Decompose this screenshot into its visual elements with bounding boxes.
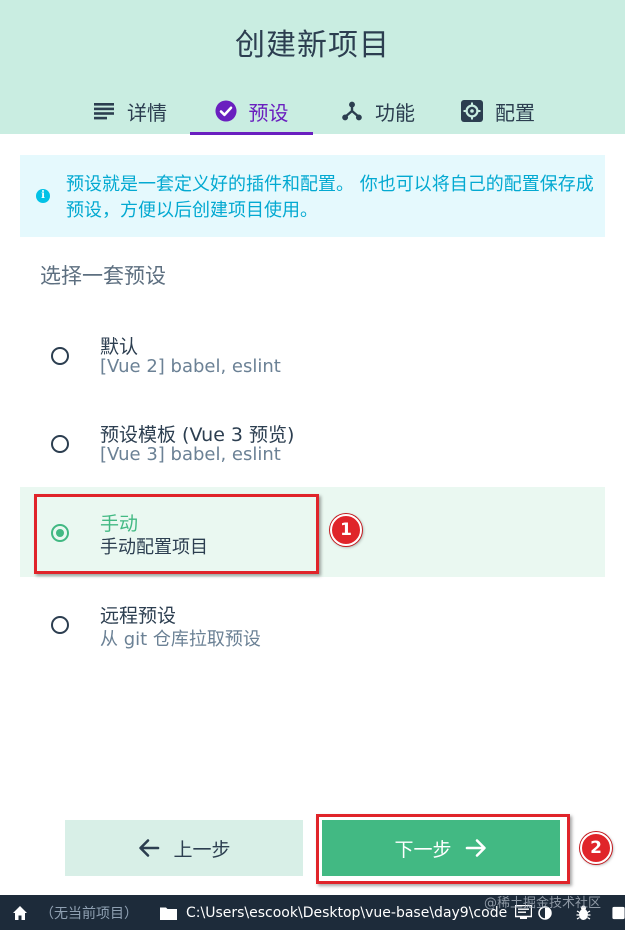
tab-features-label: 功能 — [375, 100, 415, 125]
radio-button[interactable] — [51, 347, 69, 365]
radio-button[interactable] — [51, 435, 69, 453]
current-project-label[interactable]: （无当前项目） — [40, 895, 138, 930]
tab-details[interactable]: 详情 — [80, 88, 180, 134]
annotation-highlight-next — [316, 814, 570, 884]
preset-option-vue3[interactable]: 预设模板 (Vue 3 预览) [Vue 3] babel, eslint — [20, 398, 605, 488]
arrow-left-icon — [137, 836, 161, 860]
tab-config[interactable]: 配置 — [448, 88, 548, 134]
preset-name: 预设模板 (Vue 3 预览) — [100, 424, 295, 446]
watermark: @稀土掘金技术社区 — [484, 896, 602, 911]
tab-presets[interactable]: 预设 — [190, 88, 313, 135]
tab-config-label: 配置 — [495, 100, 535, 125]
list-icon — [93, 100, 115, 122]
step-tabs: 详情 预设 功能 配置 — [0, 88, 625, 135]
preset-section-title: 选择一套预设 — [40, 264, 166, 288]
check-circle-icon — [214, 100, 237, 122]
annotation-badge-2: 2 — [580, 832, 612, 864]
radio-button[interactable] — [51, 616, 69, 634]
prev-step-label: 上一步 — [173, 838, 231, 861]
info-icon: i — [36, 189, 50, 203]
preset-name: 默认 — [100, 336, 139, 358]
info-banner: i 预设就是一套定义好的插件和配置。 你也可以将自己的配置保存成预设，方便以后创… — [20, 155, 605, 237]
branch-icon — [341, 100, 363, 122]
preset-option-default[interactable]: 默认 [Vue 2] babel, eslint — [20, 310, 605, 400]
page-title: 创建新项目 — [235, 28, 390, 63]
preset-description: 从 git 仓库拉取预设 — [100, 629, 261, 650]
home-icon[interactable] — [12, 895, 28, 930]
preset-description: [Vue 2] babel, eslint — [100, 356, 281, 377]
tab-details-label: 详情 — [127, 100, 167, 125]
info-text: 预设就是一套定义好的插件和配置。 你也可以将自己的配置保存成预设，方便以后创建项… — [66, 174, 594, 221]
current-path[interactable]: C:\Users\escook\Desktop\vue-base\day9\co… — [186, 895, 507, 930]
folder-icon — [160, 895, 177, 930]
preset-option-remote[interactable]: 远程预设 从 git 仓库拉取预设 — [20, 579, 605, 669]
annotation-badge-1: 1 — [330, 514, 362, 546]
preset-description: [Vue 3] babel, eslint — [100, 444, 281, 465]
gear-icon — [461, 100, 483, 122]
translate-icon[interactable] — [612, 895, 625, 930]
prev-step-button[interactable]: 上一步 — [65, 820, 303, 876]
annotation-highlight-manual — [34, 494, 319, 574]
tab-presets-label: 预设 — [248, 100, 289, 125]
preset-name: 远程预设 — [100, 605, 177, 627]
header: 创建新项目 详情 预设 功能 配置 — [0, 0, 625, 135]
tab-features[interactable]: 功能 — [328, 88, 428, 134]
